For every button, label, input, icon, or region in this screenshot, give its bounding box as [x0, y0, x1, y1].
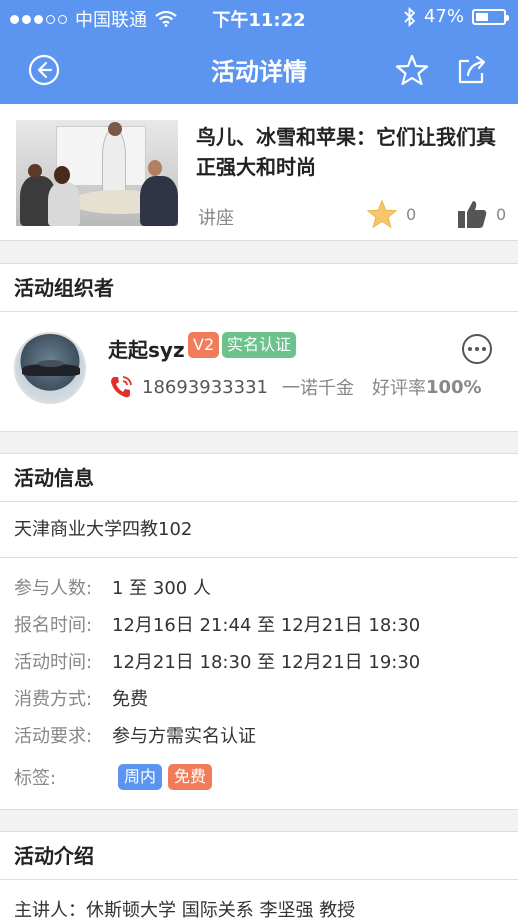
- activity-title: 鸟儿、冰雪和苹果：它们让我们真正强大和时尚: [196, 125, 496, 179]
- status-bar: 中国联通 下午11:22 47%: [0, 0, 518, 36]
- speaker-line: 主讲人：休斯顿大学 国际关系 李坚强 教授: [14, 900, 356, 920]
- thumbs-up-icon: [458, 201, 487, 228]
- star-counter[interactable]: 0: [366, 198, 416, 230]
- info-row-fee: 消费方式: 免费: [14, 685, 148, 711]
- phone-number[interactable]: 18693933331: [142, 377, 268, 398]
- intro-section-title: 活动介绍: [0, 832, 518, 880]
- navigation-bar: 活动详情: [0, 36, 518, 104]
- activity-type: 讲座: [198, 208, 234, 229]
- star-icon: [366, 199, 398, 229]
- activity-intro-card: 活动介绍 主讲人：休斯顿大学 国际关系 李坚强 教授: [0, 831, 518, 920]
- info-value: 12月16日 21:44 至 12月21日 18:30: [112, 615, 421, 636]
- info-label: 报名时间:: [14, 615, 93, 636]
- info-value: 1 至 300 人: [112, 578, 211, 599]
- bluetooth-icon: [404, 6, 416, 27]
- info-row-tags: 标签: 周内 免费: [14, 764, 218, 790]
- info-row-signup-time: 报名时间: 12月16日 21:44 至 12月21日 18:30: [14, 611, 420, 637]
- activity-thumbnail: [16, 120, 178, 226]
- contact-row: 18693933331 一诺千金 好评率 100%: [108, 374, 482, 400]
- info-section-title: 活动信息: [0, 454, 518, 502]
- more-options-button[interactable]: [462, 334, 492, 364]
- ellipsis-icon: [468, 347, 472, 351]
- star-outline-icon: [395, 54, 429, 86]
- organizer-row[interactable]: 走起syz V2 实名认证 18693933331 一诺千金 好评率 100%: [0, 312, 518, 432]
- tag[interactable]: 免费: [168, 764, 213, 790]
- rating-value: 100%: [425, 376, 482, 398]
- like-counter[interactable]: 0: [456, 198, 506, 230]
- activity-summary-card[interactable]: 鸟儿、冰雪和苹果：它们让我们真正强大和时尚 讲座 0 0: [0, 104, 518, 241]
- level-badge: V2: [188, 332, 220, 358]
- favorite-button[interactable]: [392, 50, 432, 90]
- phone-icon[interactable]: [108, 374, 134, 400]
- activity-address[interactable]: 天津商业大学四教102: [0, 502, 518, 558]
- info-value: 参与方需实名认证: [112, 726, 256, 747]
- info-label: 消费方式:: [14, 689, 93, 710]
- info-label: 参与人数:: [14, 578, 93, 599]
- info-row-participants: 参与人数: 1 至 300 人: [14, 574, 211, 600]
- info-row-activity-time: 活动时间: 12月21日 18:30 至 12月21日 19:30: [14, 648, 420, 674]
- info-value: 免费: [112, 689, 148, 710]
- info-label: 活动要求:: [14, 726, 93, 747]
- organizer-name: 走起syz: [108, 338, 185, 362]
- organizer-slogan: 一诺千金: [281, 378, 354, 399]
- activity-info-card: 活动信息 天津商业大学四教102 参与人数: 1 至 300 人 报名时间: 1…: [0, 453, 518, 810]
- organizer-section-title: 活动组织者: [0, 264, 518, 312]
- top-bar: 中国联通 下午11:22 47% 活动详情: [0, 0, 518, 104]
- verified-badge: 实名认证: [222, 332, 297, 358]
- rating-label: 好评率: [371, 378, 426, 399]
- battery-icon: [472, 8, 509, 25]
- avatar[interactable]: [14, 332, 86, 404]
- tags-label: 标签:: [14, 768, 57, 789]
- like-count: 0: [496, 204, 507, 224]
- page-title: 活动详情: [211, 58, 307, 86]
- share-icon: [458, 55, 486, 84]
- organizer-card: 活动组织者 走起syz V2 实名认证 18693933331 一诺千金 好评率…: [0, 263, 518, 432]
- battery-percent: 47%: [423, 6, 464, 27]
- info-value: 12月21日 18:30 至 12月21日 19:30: [112, 652, 421, 673]
- info-label: 活动时间:: [14, 652, 93, 673]
- tag[interactable]: 周内: [118, 764, 163, 790]
- info-row-requirement: 活动要求: 参与方需实名认证: [14, 722, 256, 748]
- star-count: 0: [406, 204, 417, 224]
- share-button[interactable]: [452, 50, 492, 90]
